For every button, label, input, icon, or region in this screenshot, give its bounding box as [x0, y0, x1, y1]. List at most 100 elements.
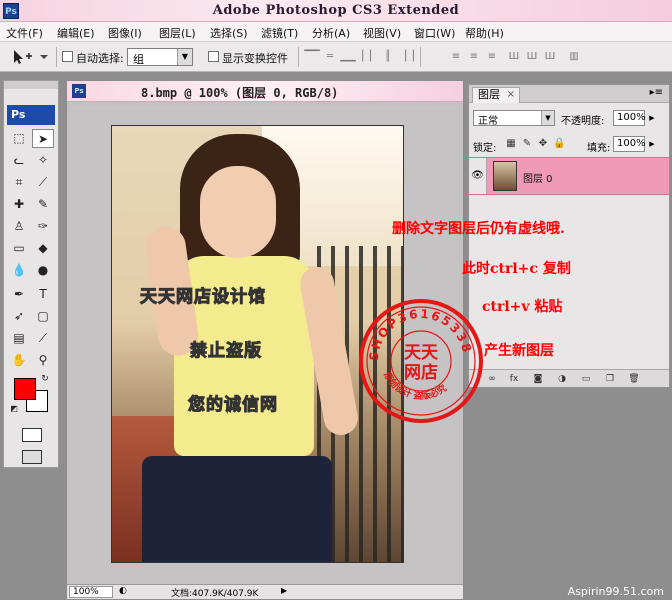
fill-label: 填充:: [587, 143, 611, 154]
menu-analysis[interactable]: 分析(A): [312, 25, 350, 41]
default-colors-icon[interactable]: ◩: [8, 403, 20, 415]
move-tool-icon[interactable]: ➤: [32, 129, 54, 148]
red-seal-stamp: SHOP36165338 原创设计 盗版必究 天天 网店: [356, 296, 486, 426]
paint-bucket-tool-icon[interactable]: ◆: [32, 239, 54, 258]
toolbox-ps-logo: Ps: [7, 105, 55, 125]
zoom-level-field[interactable]: 100%: [69, 586, 113, 598]
seal-center-bottom: 网店: [404, 362, 438, 383]
marquee-tool-icon[interactable]: ⬚: [8, 129, 30, 148]
menu-window[interactable]: 窗口(W): [414, 25, 455, 41]
layer-mask-icon[interactable]: ◙: [531, 373, 545, 385]
menu-select[interactable]: 选择(S): [210, 25, 248, 41]
options-separator: [298, 47, 299, 67]
layer-row[interactable]: 👁 图层 0: [469, 157, 669, 195]
status-menu-icon[interactable]: ◐: [119, 586, 127, 596]
lock-transparent-icon[interactable]: ▦: [505, 138, 517, 150]
lock-all-icon[interactable]: 🔒: [553, 138, 565, 150]
crop-tool-icon[interactable]: ⌗: [8, 173, 30, 192]
distribute-hcenter-icon[interactable]: Ш: [524, 51, 540, 63]
lock-position-icon[interactable]: ✥: [537, 138, 549, 150]
pen-tool-icon[interactable]: ✒: [8, 285, 30, 304]
blend-mode-dropdown[interactable]: 正常 ▼: [473, 110, 555, 127]
auto-select-dropdown[interactable]: 组 ▼: [127, 48, 193, 66]
hand-tool-icon[interactable]: ✋: [8, 351, 30, 370]
menu-view[interactable]: 视图(V): [363, 25, 401, 41]
clone-stamp-tool-icon[interactable]: ♙: [8, 217, 30, 236]
document-title: 8.bmp @ 100% (图层 0, RGB/8): [141, 86, 339, 100]
distribute-right-icon[interactable]: Ш: [542, 51, 558, 63]
lasso-tool-icon[interactable]: ᓚ: [8, 151, 30, 170]
delete-layer-icon[interactable]: 🗑: [627, 373, 641, 385]
chevron-right-icon[interactable]: ▶: [647, 110, 657, 126]
new-group-icon[interactable]: ▭: [579, 373, 593, 385]
align-top-icon[interactable]: ▔▔: [304, 51, 320, 63]
tab-layers[interactable]: 图层 ×: [472, 87, 520, 103]
screen-mode-button[interactable]: [22, 450, 42, 464]
annotation-line: 此时ctrl+c 复制: [462, 261, 571, 277]
annotation-line: ctrl+v 粘贴: [482, 299, 563, 315]
adjustment-layer-icon[interactable]: ◑: [555, 373, 569, 385]
history-brush-tool-icon[interactable]: ✑: [32, 217, 54, 236]
opacity-field[interactable]: 100%: [613, 110, 646, 126]
document-size-status: 文档:407.9K/407.9K: [171, 589, 259, 599]
shape-tool-icon[interactable]: ▢: [32, 307, 54, 326]
zoom-tool-icon[interactable]: ⚲: [32, 351, 54, 370]
chevron-down-icon: ▼: [541, 111, 554, 125]
align-vcenter-icon[interactable]: ═: [322, 51, 338, 63]
align-right-icon[interactable]: ▕▕: [398, 51, 414, 63]
dodge-tool-icon[interactable]: ●: [32, 261, 54, 280]
quick-mask-button[interactable]: [22, 428, 42, 442]
fill-field[interactable]: 100%: [613, 136, 646, 152]
path-selection-tool-icon[interactable]: ➶: [8, 307, 30, 326]
menu-file[interactable]: 文件(F): [6, 25, 43, 41]
notes-tool-icon[interactable]: ▤: [8, 329, 30, 348]
menu-help[interactable]: 帮助(H): [465, 25, 504, 41]
layer-style-icon[interactable]: fx: [507, 373, 521, 385]
site-credit: Aspirin99.51.com: [567, 585, 664, 598]
menu-filter[interactable]: 滤镜(T): [261, 25, 298, 41]
auto-select-value: 组: [133, 53, 144, 66]
auto-align-icon[interactable]: ▥: [566, 51, 582, 63]
auto-select-checkbox[interactable]: [62, 51, 73, 62]
document-status-bar: 100% ◐ 文档:407.9K/407.9K ▶: [67, 584, 463, 599]
type-tool-icon[interactable]: T: [32, 285, 54, 304]
toolbox: Ps ⬚ ➤ ᓚ ✧ ⌗ ⟋ ✚ ✎ ♙ ✑ ▭ ◆ 💧 ● ✒ T ➶ ▢ ▤…: [3, 80, 59, 468]
distribute-bottom-icon[interactable]: ≡: [484, 51, 500, 63]
chevron-right-icon[interactable]: ▶: [647, 136, 657, 152]
align-bottom-icon[interactable]: ▁▁: [340, 51, 356, 63]
eraser-tool-icon[interactable]: ▭: [8, 239, 30, 258]
magic-wand-tool-icon[interactable]: ✧: [32, 151, 54, 170]
visibility-eye-icon[interactable]: 👁: [469, 158, 487, 194]
toolbox-grip[interactable]: [4, 81, 58, 89]
slice-tool-icon[interactable]: ⟋: [32, 173, 54, 192]
distribute-vcenter-icon[interactable]: ≡: [466, 51, 482, 63]
lock-pixels-icon[interactable]: ✎: [521, 138, 533, 150]
menu-layer[interactable]: 图层(L): [159, 25, 196, 41]
show-transform-checkbox[interactable]: [208, 51, 219, 62]
menu-bar: 文件(F) 编辑(E) 图像(I) 图层(L) 选择(S) 滤镜(T) 分析(A…: [0, 22, 672, 42]
options-bar: 自动选择: 组 ▼ 显示变换控件 ▔▔ ═ ▁▁ ▏▏ ║ ▕▕ ≡ ≡ ≡ Ш…: [0, 42, 672, 72]
document-title-bar[interactable]: Ps 8.bmp @ 100% (图层 0, RGB/8): [67, 81, 463, 102]
menu-edit[interactable]: 编辑(E): [57, 25, 95, 41]
foreground-color-swatch[interactable]: [14, 378, 36, 400]
swap-colors-icon[interactable]: ↻: [38, 373, 52, 385]
options-separator: [56, 47, 57, 67]
distribute-top-icon[interactable]: ≡: [448, 51, 464, 63]
status-arrow-icon[interactable]: ▶: [281, 586, 287, 595]
align-left-icon[interactable]: ▏▏: [362, 51, 378, 63]
brush-tool-icon[interactable]: ✎: [32, 195, 54, 214]
distribute-left-icon[interactable]: Ш: [506, 51, 522, 63]
panel-menu-icon[interactable]: ▸≡: [650, 87, 663, 98]
opacity-label: 不透明度:: [561, 116, 605, 127]
close-icon[interactable]: ×: [507, 88, 515, 102]
blur-tool-icon[interactable]: 💧: [8, 261, 30, 280]
layer-name[interactable]: 图层 0: [523, 170, 553, 185]
eyedropper-tool-icon[interactable]: ⟋: [32, 329, 54, 348]
move-tool-icon[interactable]: [8, 48, 50, 66]
link-layers-icon[interactable]: ∞: [485, 373, 499, 385]
new-layer-icon[interactable]: ❐: [603, 373, 617, 385]
menu-image[interactable]: 图像(I): [108, 25, 142, 41]
healing-brush-tool-icon[interactable]: ✚: [8, 195, 30, 214]
watermark-line: 您的诚信网: [188, 395, 278, 416]
align-hcenter-icon[interactable]: ║: [380, 51, 396, 63]
